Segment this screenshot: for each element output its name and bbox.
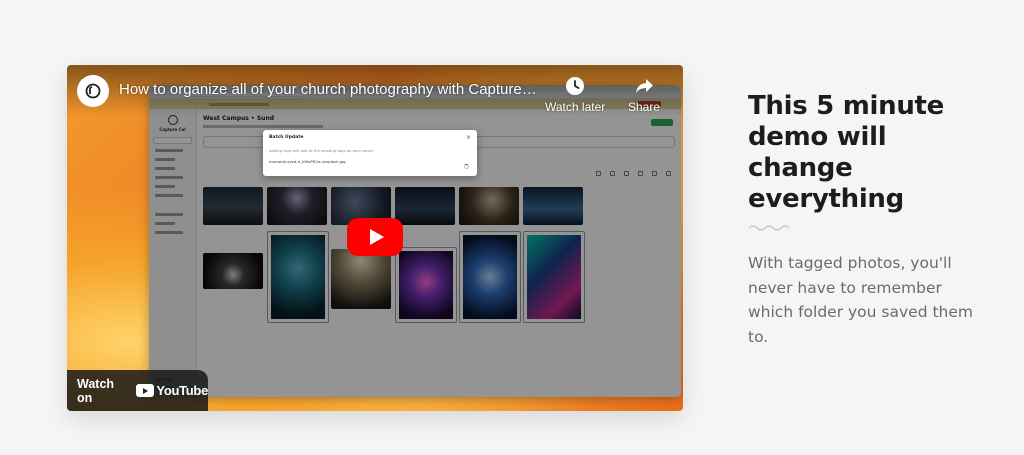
- app-window-preview: Capture Cal West Campus • Sund Batch Upd…: [149, 85, 681, 397]
- squiggle-divider-icon: [748, 225, 790, 231]
- modal-close-icon: ×: [465, 134, 471, 141]
- modal-description: Adding tags will add to the existing tag…: [269, 148, 375, 153]
- youtube-wordmark: YouTube: [156, 383, 208, 398]
- section-body: With tagged photos, you'll never have to…: [748, 254, 973, 346]
- channel-avatar[interactable]: [77, 75, 109, 107]
- loading-spinner-icon: [464, 164, 469, 169]
- modal-file-name: mumenb-syed-4_hWuPR2o-unsplash.jpg: [269, 159, 346, 164]
- share-button[interactable]: Share: [628, 75, 660, 114]
- clock-icon: [566, 77, 585, 95]
- video-embed[interactable]: Capture Cal West Campus • Sund Batch Upd…: [67, 65, 683, 411]
- play-icon: [369, 229, 384, 245]
- batch-update-modal: Batch Update × Adding tags will add to t…: [263, 130, 477, 176]
- watch-on-label: Watch on: [77, 376, 115, 405]
- youtube-logo: YouTube: [136, 383, 208, 398]
- share-label: Share: [628, 100, 661, 114]
- modal-title: Batch Update: [269, 135, 304, 140]
- capture-logo-icon: [85, 83, 101, 99]
- share-arrow-icon: [636, 79, 654, 93]
- watch-later-label: Watch later: [545, 100, 606, 114]
- play-button[interactable]: [347, 218, 403, 256]
- watch-on-youtube-button[interactable]: Watch on YouTube: [67, 370, 208, 411]
- youtube-play-icon: [136, 384, 155, 397]
- watch-later-button[interactable]: Watch later: [545, 75, 605, 114]
- section-headline: This 5 minute demo will change everythin…: [748, 91, 945, 214]
- video-title-link[interactable]: How to organize all of your church photo…: [119, 81, 539, 98]
